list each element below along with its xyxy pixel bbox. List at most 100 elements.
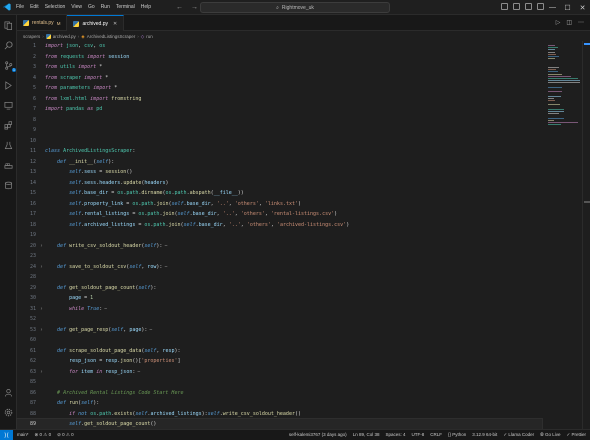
problems-status[interactable]: ⊘ 0 ⚠ 0 bbox=[57, 432, 74, 438]
code-line[interactable]: 1 import json, csv, os bbox=[17, 41, 542, 51]
code-line[interactable]: 11 class ArchivedListingsScraper: bbox=[17, 146, 542, 156]
run-file-icon[interactable]: ▷ bbox=[556, 19, 561, 26]
menu-help[interactable]: Help bbox=[141, 4, 151, 10]
breadcrumb-folder[interactable]: scrapers bbox=[23, 34, 40, 39]
code-line[interactable]: 9 bbox=[17, 125, 542, 135]
code-line[interactable]: 29 def get_soldout_page_count(self): bbox=[17, 283, 542, 293]
code-line[interactable]: 8 bbox=[17, 115, 542, 125]
code-line[interactable]: 61 def scrape_soldout_page_data(self, re… bbox=[17, 346, 542, 356]
forward-arrow-icon[interactable]: → bbox=[191, 3, 198, 12]
code-line[interactable]: 5 from parameters import * bbox=[17, 83, 542, 93]
folded-region-ellipsis[interactable]: ⋯ bbox=[149, 327, 152, 333]
code-line[interactable]: 88 if not os.path.exists(self.archived_l… bbox=[17, 409, 542, 419]
code-line[interactable]: 63 › for item in resp_json: ⋯ bbox=[17, 367, 542, 377]
code-line[interactable]: 18 self.archived_listings = os.path.join… bbox=[17, 220, 542, 230]
minimap[interactable] bbox=[546, 41, 582, 161]
code-line[interactable]: 85 bbox=[17, 377, 542, 387]
code-line[interactable]: 86 # Archived Rental Listings Code Start… bbox=[17, 388, 542, 398]
code-line[interactable]: 7 import pandas as pd bbox=[17, 104, 542, 114]
fold-chevron-icon[interactable]: › bbox=[38, 243, 45, 249]
toggle-panel-icon[interactable] bbox=[525, 3, 532, 10]
settings-gear-icon[interactable] bbox=[3, 407, 14, 418]
menu-selection[interactable]: Selection bbox=[45, 4, 66, 10]
code-line[interactable]: 89 self.get_soldout_page_count() bbox=[16, 418, 543, 430]
maximize-icon[interactable]: ☐ bbox=[560, 0, 575, 15]
code-line[interactable]: 12 def __init__(self): bbox=[17, 157, 542, 167]
extensions-icon[interactable] bbox=[3, 120, 14, 131]
folded-region-ellipsis[interactable]: ⋯ bbox=[104, 306, 107, 312]
source-control-icon[interactable]: 1 bbox=[3, 60, 16, 72]
command-center[interactable]: ⌕ Rightmove_uk bbox=[200, 2, 390, 13]
code-line[interactable]: 14 self.sess.headers.update(headers) bbox=[17, 178, 542, 188]
code-line[interactable]: 2 from requests import session bbox=[17, 52, 542, 62]
code-line[interactable]: 19 bbox=[17, 230, 542, 240]
code-line[interactable]: 16 self.property_link = os.path.join(sel… bbox=[17, 199, 542, 209]
close-tab-icon[interactable]: ✕ bbox=[113, 21, 117, 27]
code-line[interactable]: 31 › while True: ⋯ bbox=[17, 304, 542, 314]
account-icon[interactable] bbox=[3, 387, 14, 398]
minimize-icon[interactable]: — bbox=[545, 0, 560, 15]
menu-edit[interactable]: Edit bbox=[30, 4, 39, 10]
folded-region-ellipsis[interactable]: ⋯ bbox=[164, 264, 167, 270]
vertical-scrollbar[interactable] bbox=[582, 41, 590, 429]
code-line[interactable]: 20 › def write_csv_soldout_header(self): ⋯ bbox=[17, 241, 542, 251]
code-line[interactable]: 17 self.rental_listings = os.path.join(s… bbox=[17, 209, 542, 219]
sync-status[interactable]: ⊗ 0 ⚠ 0 bbox=[35, 432, 52, 438]
code-line[interactable]: 13 self.sess = session() bbox=[17, 167, 542, 177]
code-line[interactable]: 62 resp_json = resp.json()['properties'] bbox=[17, 356, 542, 366]
fold-chevron-icon[interactable]: › bbox=[38, 264, 45, 270]
menu-file[interactable]: File bbox=[16, 4, 24, 10]
code-line[interactable]: 24 › def save_to_soldout_csv(self, row): ⋯ bbox=[17, 262, 542, 272]
code-line[interactable]: 60 bbox=[17, 335, 542, 345]
go-live-button[interactable]: ⦾ Go Live bbox=[540, 432, 560, 438]
code-line[interactable]: 52 bbox=[17, 314, 542, 324]
indentation-status[interactable]: Spaces: 4 bbox=[385, 432, 405, 438]
remote-explorer-icon[interactable] bbox=[3, 100, 14, 111]
fold-chevron-icon[interactable]: › bbox=[38, 327, 45, 333]
code-line[interactable]: 6 from lxml.html import fromstring bbox=[17, 94, 542, 104]
code-line[interactable]: 15 self.base_dir = os.path.dirname(os.pa… bbox=[17, 188, 542, 198]
code-line[interactable]: 28 bbox=[17, 272, 542, 282]
code-line[interactable]: 53 › def get_page_resp(self, page): ⋯ bbox=[17, 325, 542, 335]
folded-region-ellipsis[interactable]: ⋯ bbox=[164, 243, 167, 249]
more-actions-icon[interactable]: ⋯ bbox=[578, 19, 584, 26]
database-icon[interactable] bbox=[3, 180, 14, 191]
toggle-sidebar-icon[interactable] bbox=[513, 3, 520, 10]
customize-layout-icon[interactable] bbox=[537, 3, 544, 10]
run-debug-icon[interactable] bbox=[3, 80, 14, 91]
tab-rentals-py[interactable]: rentals.py M bbox=[17, 15, 68, 31]
breadcrumb-class[interactable]: ArchivedListingsScraper bbox=[87, 34, 136, 39]
search-icon[interactable] bbox=[3, 40, 14, 51]
code-line[interactable]: 23 bbox=[17, 251, 542, 261]
fold-chevron-icon[interactable]: › bbox=[38, 369, 45, 375]
prettier-status[interactable]: ✓ Prettier bbox=[566, 432, 586, 438]
code-line[interactable]: 10 bbox=[17, 136, 542, 146]
breadcrumb-method[interactable]: run bbox=[146, 34, 153, 39]
code-line[interactable]: 4 from scraper import * bbox=[17, 73, 542, 83]
code-line[interactable]: 3 from utils import * bbox=[17, 62, 542, 72]
folded-region-ellipsis[interactable]: ⋯ bbox=[137, 369, 140, 375]
breadcrumb-file[interactable]: archived.py bbox=[53, 34, 76, 39]
code-line[interactable]: 87 def run(self): bbox=[17, 398, 542, 408]
branch-status[interactable]: main* bbox=[17, 432, 29, 438]
encoding-status[interactable]: UTF-8 bbox=[411, 432, 424, 438]
menu-view[interactable]: View bbox=[71, 4, 82, 10]
split-editor-icon[interactable]: ◫ bbox=[566, 19, 572, 26]
git-blame-status[interactable]: self-kalemi3767 (3 days ago) bbox=[289, 432, 347, 438]
tab-archived-py[interactable]: archived.py ✕ bbox=[67, 15, 125, 31]
language-mode[interactable]: {} Python bbox=[448, 432, 466, 438]
cursor-position[interactable]: Ln 89, Col 38 bbox=[353, 432, 380, 438]
remote-indicator-icon[interactable]: ⟩⟨ bbox=[0, 429, 13, 440]
testing-icon[interactable] bbox=[3, 140, 14, 151]
fold-chevron-icon[interactable]: › bbox=[38, 306, 45, 312]
close-icon[interactable]: ✕ bbox=[575, 0, 590, 15]
menu-terminal[interactable]: Terminal bbox=[116, 4, 135, 10]
llama-coder-status[interactable]: ✓ Llama Coder bbox=[503, 432, 534, 438]
docker-icon[interactable] bbox=[3, 160, 14, 171]
explorer-icon[interactable] bbox=[3, 20, 14, 31]
python-interpreter[interactable]: 3.12.9 64-bit bbox=[472, 432, 497, 438]
copilot-icon[interactable] bbox=[501, 3, 508, 10]
code-editor[interactable]: 1 import json, csv, os 2 from requests impo… bbox=[16, 41, 590, 430]
menu-go[interactable]: Go bbox=[88, 4, 95, 10]
code-line[interactable]: 30 page = 1 bbox=[17, 293, 542, 303]
